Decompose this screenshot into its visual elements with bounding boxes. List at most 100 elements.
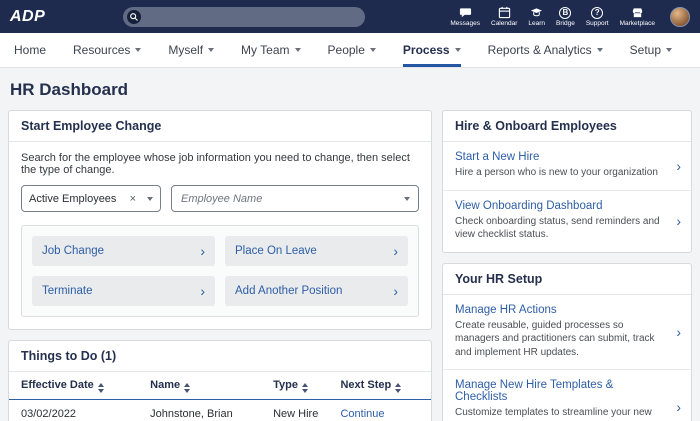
chevron-right-icon: ›: [676, 213, 681, 229]
sort-icon: [395, 383, 402, 393]
filter-value: Active Employees: [29, 192, 117, 205]
link-description: Check onboarding status, send reminders …: [455, 215, 660, 241]
nav-item-myself[interactable]: Myself: [168, 33, 215, 67]
action-label: Place On Leave: [235, 245, 317, 257]
cell-type: New Hire: [273, 399, 341, 421]
start-new-hire-link[interactable]: Start a New Hire Hire a person who is ne…: [443, 142, 691, 190]
chevron-down-icon: [208, 48, 215, 52]
chevron-down-icon: [404, 197, 410, 201]
nav-item-resources[interactable]: Resources: [73, 33, 142, 67]
table-row: 03/02/2022 Johnstone, Brian New Hire Con…: [9, 399, 431, 421]
card-title: Hire & Onboard Employees: [443, 111, 691, 142]
page-title: HR Dashboard: [10, 80, 129, 99]
chevron-down-icon: [294, 48, 301, 52]
nav-label: Resources: [73, 43, 131, 57]
chevron-down-icon: [147, 196, 153, 201]
nav-item-reports-analytics[interactable]: Reports & Analytics: [488, 33, 603, 67]
chevron-down-icon: [369, 48, 376, 52]
nav-item-my-team[interactable]: My Team: [241, 33, 301, 67]
things-to-do-card: Things to Do (1) Effective Date Name Typ…: [8, 340, 432, 421]
messages-icon: [459, 6, 472, 19]
nav-label: Process: [402, 43, 450, 57]
continue-link[interactable]: Continue: [340, 408, 384, 420]
chevron-right-icon: ›: [393, 283, 398, 299]
marketplace-button[interactable]: Marketplace: [620, 6, 655, 27]
topicon-label: Support: [585, 20, 609, 27]
chevron-right-icon: ›: [676, 398, 681, 415]
learn-button[interactable]: Learn: [528, 6, 545, 27]
link-label: Start a New Hire: [455, 151, 540, 163]
nav-label: Home: [14, 43, 47, 57]
nav-label: Reports & Analytics: [487, 43, 592, 57]
link-description: Hire a person who is new to your organiz…: [455, 167, 658, 178]
place-on-leave-button[interactable]: Place On Leave ›: [225, 236, 408, 266]
main-nav: Home Resources Myself My Team People Pro…: [0, 33, 700, 68]
view-onboarding-dashboard-link[interactable]: View Onboarding Dashboard Check onboardi…: [443, 189, 691, 252]
job-change-button[interactable]: Job Change ›: [32, 236, 215, 266]
chevron-right-icon: ›: [393, 243, 398, 259]
change-type-panel: Job Change › Place On Leave › Terminate …: [21, 225, 419, 317]
topbar-actions: Messages Calendar Learn B Bridge ? Suppo…: [450, 6, 690, 27]
terminate-button[interactable]: Terminate ›: [32, 276, 215, 306]
bridge-button[interactable]: B Bridge: [556, 6, 575, 27]
right-column: Hire & Onboard Employees Start a New Hir…: [442, 110, 692, 421]
adp-logo: ADP: [10, 7, 46, 25]
nav-label: Setup: [629, 43, 661, 57]
column-header-effective-date[interactable]: Effective Date: [9, 372, 151, 400]
clear-icon[interactable]: ×: [130, 193, 142, 205]
support-button[interactable]: ? Support: [586, 6, 609, 27]
action-label: Add Another Position: [235, 285, 343, 297]
cell-name: Johnstone, Brian: [150, 399, 274, 421]
cell-effective-date: 03/02/2022: [9, 399, 151, 421]
column-header-type[interactable]: Type: [273, 372, 341, 400]
nav-item-home[interactable]: Home: [14, 33, 46, 67]
column-header-name[interactable]: Name: [150, 372, 274, 400]
calendar-icon: [498, 6, 511, 19]
global-search-input[interactable]: [123, 6, 366, 27]
bridge-icon: B: [559, 6, 572, 19]
link-label: Manage HR Actions: [455, 303, 557, 316]
things-to-do-table: Effective Date Name Type Next Step 03/02…: [9, 372, 431, 421]
chevron-down-icon: [454, 48, 461, 52]
content: Start Employee Change Search for the emp…: [0, 110, 700, 421]
employee-filter-select[interactable]: Active Employees ×: [21, 185, 161, 212]
topicon-label: Marketplace: [619, 20, 655, 27]
sort-icon: [97, 383, 104, 393]
search-icon: [127, 9, 142, 24]
card-title: Start Employee Change: [9, 111, 431, 142]
nav-item-process[interactable]: Process: [402, 33, 461, 67]
link-description: Customize templates to streamline your n…: [455, 407, 652, 421]
sort-icon: [301, 383, 308, 393]
chevron-down-icon: [135, 48, 142, 52]
topbar: ADP Messages Calendar Learn B Bridge ? S…: [0, 0, 700, 33]
chevron-right-icon: ›: [676, 323, 681, 340]
user-avatar[interactable]: [670, 6, 690, 27]
link-label: Manage New Hire Templates & Checklists: [455, 379, 614, 403]
left-column: Start Employee Change Search for the emp…: [8, 110, 432, 421]
manage-hr-actions-link[interactable]: Manage HR Actions Create reusable, guide…: [443, 295, 691, 370]
chevron-right-icon: ›: [200, 243, 205, 259]
calendar-button[interactable]: Calendar: [491, 6, 517, 27]
topicon-label: Calendar: [491, 20, 518, 27]
manage-new-hire-templates-link[interactable]: Manage New Hire Templates & Checklists C…: [443, 369, 691, 421]
chevron-right-icon: ›: [676, 157, 681, 174]
messages-button[interactable]: Messages: [450, 6, 480, 27]
nav-item-people[interactable]: People: [328, 33, 376, 67]
topicon-label: Messages: [450, 20, 480, 27]
topicon-label: Learn: [528, 20, 546, 27]
card-title: Things to Do (1): [9, 341, 431, 372]
graduation-cap-icon: [530, 6, 543, 19]
link-label: View Onboarding Dashboard: [455, 199, 603, 212]
start-employee-change-card: Start Employee Change Search for the emp…: [8, 110, 432, 330]
hire-onboard-card: Hire & Onboard Employees Start a New Hir…: [442, 110, 692, 253]
action-label: Job Change: [42, 245, 105, 257]
employee-name-input[interactable]: [171, 185, 419, 212]
nav-label: People: [327, 43, 365, 57]
add-another-position-button[interactable]: Add Another Position ›: [225, 276, 408, 306]
chevron-down-icon: [596, 48, 603, 52]
card-title: Your HR Setup: [443, 264, 691, 295]
action-label: Terminate: [42, 285, 93, 297]
column-header-next-step[interactable]: Next Step: [340, 372, 431, 400]
nav-item-setup[interactable]: Setup: [630, 33, 672, 67]
marketplace-icon: [631, 6, 644, 19]
